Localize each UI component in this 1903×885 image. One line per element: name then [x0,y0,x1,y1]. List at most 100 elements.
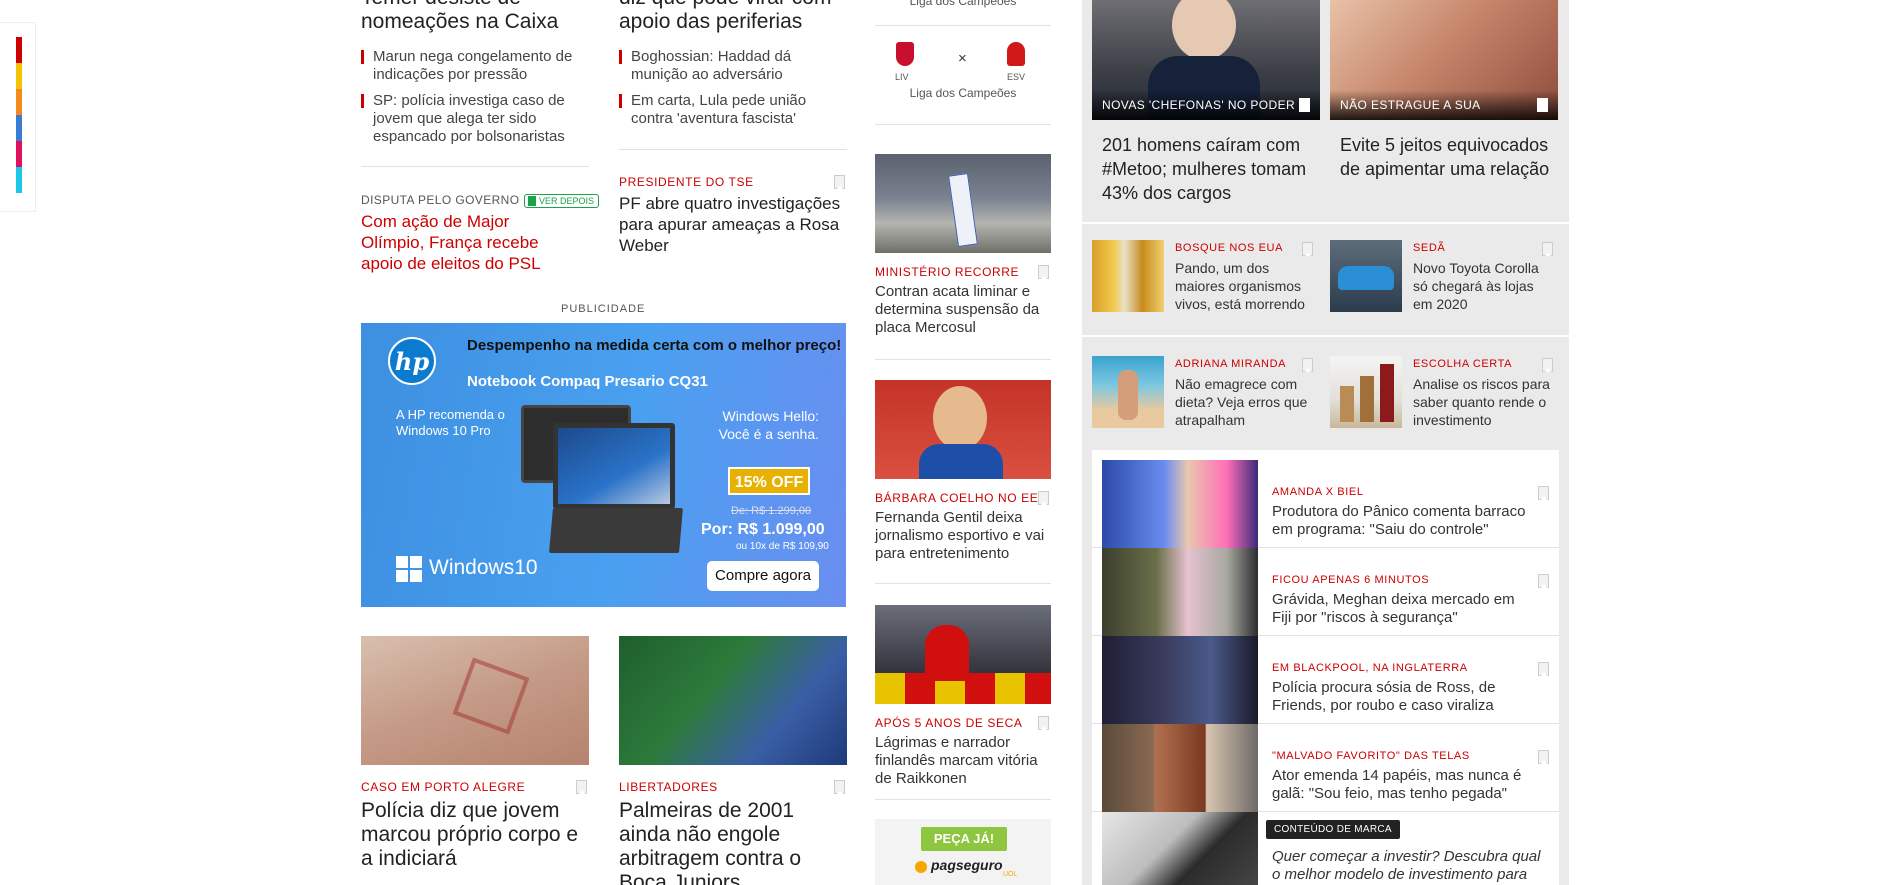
ad-price: Por: R$ 1.099,00 [701,521,825,538]
small-kicker: ESCOLHA CERTA [1413,358,1513,370]
versus-sign: × [958,50,967,67]
bookmark-icon[interactable] [834,780,845,794]
small-image-forest[interactable] [1092,240,1164,312]
feature-title-link[interactable]: 201 homens caíram com #Metoo; mulheres t… [1102,133,1312,205]
related-link[interactable]: Em carta, Lula pede união contra 'aventu… [619,92,847,128]
pagseguro-logo-text: pagseguro [931,857,1003,873]
list-thumb [1102,724,1258,812]
feature-overlay-text: NOVAS 'CHEFONAS' NO PODER [1102,98,1296,112]
list-item[interactable]: AMANDA X BIEL Produtora do Pânico coment… [1092,460,1559,548]
story-kicker: BÁRBARA COELHO NO EE [875,491,1039,505]
story-image-raikkonen[interactable] [875,605,1051,704]
headline-link[interactable]: diz que pode virar com apoio das perifer… [619,0,847,34]
list-kicker: FICOU APENAS 6 MINUTOS [1272,574,1430,586]
story-image-football[interactable] [619,636,847,765]
read-later-button[interactable]: VER DEPOIS [523,194,599,208]
feature-image-couple[interactable]: NÃO ESTRAGUE A SUA [1330,0,1558,120]
small-title-link[interactable]: Analise os riscos para saber quanto rend… [1413,375,1551,429]
divider [361,166,589,167]
story-kicker: PRESIDENTE DO TSE [619,175,754,189]
list-title: Produtora do Pânico comenta barraco em p… [1272,503,1526,538]
feature-overlay: NÃO ESTRAGUE A SUA [1330,90,1558,120]
list-item[interactable]: EM BLACKPOOL, NA INGLATERRA Polícia proc… [1092,636,1559,724]
small-image-beach[interactable] [1092,356,1164,428]
ad-product: Notebook Compaq Presario CQ31 [467,373,708,390]
branded-title: Quer começar a investir? Descubra qual o… [1272,848,1541,885]
related-link[interactable]: Marun nega congelamento de indicações po… [361,48,589,84]
list-kicker: "MALVADO FAVORITO" DAS TELAS [1272,750,1470,762]
pagseguro-logo-sub: UOL [1003,871,1018,878]
list-thumb [1102,548,1258,636]
story-title-link[interactable]: Lágrimas e narrador finlandês marcam vit… [875,734,1051,788]
bookmark-icon[interactable] [834,175,845,189]
list-title: Grávida, Meghan deixa mercado em Fiji po… [1272,591,1515,626]
list-thumb [1102,636,1258,724]
windows-logo-icon [396,556,422,582]
small-image-corolla[interactable] [1330,240,1402,312]
story-title-link[interactable]: Com ação de Major Olímpio, França recebe… [361,211,571,274]
color-bar-3[interactable] [16,89,22,115]
bookmark-icon[interactable] [1038,265,1049,279]
pagseguro-ad[interactable]: PEÇA JÁ! pagseguro UOL [875,819,1051,885]
laptop-base [549,508,683,553]
hp-ad-banner[interactable]: hp Despempenho na medida certa com o mel… [361,323,846,607]
ad-hello: Windows Hello: Você é a senha. [718,408,819,442]
liverpool-crest-icon [896,42,914,66]
color-bar-6[interactable] [16,167,22,193]
related-link[interactable]: SP: polícia investiga caso de jovem que … [361,92,589,146]
bookmark-icon[interactable] [1538,574,1549,588]
match-score-widget[interactable]: LIV × ESV Liga dos Campeões [875,38,1051,104]
bookmark-icon[interactable] [1299,98,1310,112]
ad-label: PUBLICIDADE [561,303,646,315]
story-kicker: DISPUTA PELO GOVERNO [361,193,520,207]
story-kicker: MINISTÉRIO RECORRE [875,265,1020,279]
small-title-link[interactable]: Novo Toyota Corolla só chegará às lojas … [1413,259,1551,313]
story-title-link[interactable]: Fernanda Gentil deixa jornalismo esporti… [875,509,1051,563]
pagseguro-cta-button[interactable]: PEÇA JÁ! [921,827,1007,851]
small-kicker: BOSQUE NOS EUA [1175,242,1284,254]
home-team-code: LIV [895,72,909,82]
related-link[interactable]: Boghossian: Haddad dá munição ao adversá… [619,48,847,84]
bookmark-icon[interactable] [1038,716,1049,730]
ad-installments: ou 10x de R$ 109,90 [736,541,829,552]
divider [875,359,1051,360]
bookmark-icon[interactable] [1538,486,1549,500]
bookmark-icon[interactable] [1542,358,1553,372]
story-image-neck[interactable] [361,636,589,765]
ad-cta-button[interactable]: Compre agora [707,561,819,591]
list-item[interactable]: FICOU APENAS 6 MINUTOS Grávida, Meghan d… [1092,548,1559,636]
windows-text: Windows10 [429,556,538,579]
small-title-link[interactable]: Pando, um dos maiores organismos vivos, … [1175,259,1313,313]
color-bar-2[interactable] [16,63,22,89]
list-thumb [1102,460,1258,548]
list-kicker: EM BLACKPOOL, NA INGLATERRA [1272,662,1468,674]
story-title-link[interactable]: Palmeiras de 2001 ainda não engole arbit… [619,799,847,885]
bookmark-icon[interactable] [1302,358,1313,372]
color-bar-1[interactable] [16,37,22,63]
crvena-zvezda-crest-icon [1007,42,1025,66]
list-item[interactable]: "MALVADO FAVORITO" DAS TELAS Ator emenda… [1092,724,1559,812]
color-bar-4[interactable] [16,115,22,141]
hp-logo-icon: hp [388,337,436,385]
feature-title-link[interactable]: Evite 5 jeitos equivocados de apimentar … [1340,133,1550,181]
story-title-link[interactable]: Polícia diz que jovem marcou próprio cor… [361,799,589,871]
headline-link[interactable]: Temer desiste de nomeações na Caixa [361,0,589,34]
story-image-presenter[interactable] [875,380,1051,479]
bookmark-icon[interactable] [1538,750,1549,764]
story-image-plate[interactable] [875,154,1051,253]
story-title-link[interactable]: PF abre quatro investigações para apurar… [619,193,847,256]
bookmark-icon[interactable] [1538,662,1549,676]
feature-image-claire[interactable]: NOVAS 'CHEFONAS' NO PODER [1092,0,1320,120]
bookmark-icon[interactable] [1542,242,1553,256]
small-kicker: ADRIANA MIRANDA [1175,358,1287,370]
branded-content-item[interactable]: CONTEÚDO DE MARCA Quer começar a investi… [1092,812,1559,885]
story-title-link[interactable]: Contran acata liminar e determina suspen… [875,283,1051,337]
bookmark-icon[interactable] [1038,491,1049,505]
small-title-link[interactable]: Não emagrece com dieta? Veja erros que a… [1175,375,1313,429]
bookmark-icon[interactable] [1302,242,1313,256]
bookmark-icon[interactable] [576,780,587,794]
bookmark-icon[interactable] [1537,98,1548,112]
small-image-coins[interactable] [1330,356,1402,428]
color-bar-5[interactable] [16,141,22,167]
divider [1082,222,1569,224]
